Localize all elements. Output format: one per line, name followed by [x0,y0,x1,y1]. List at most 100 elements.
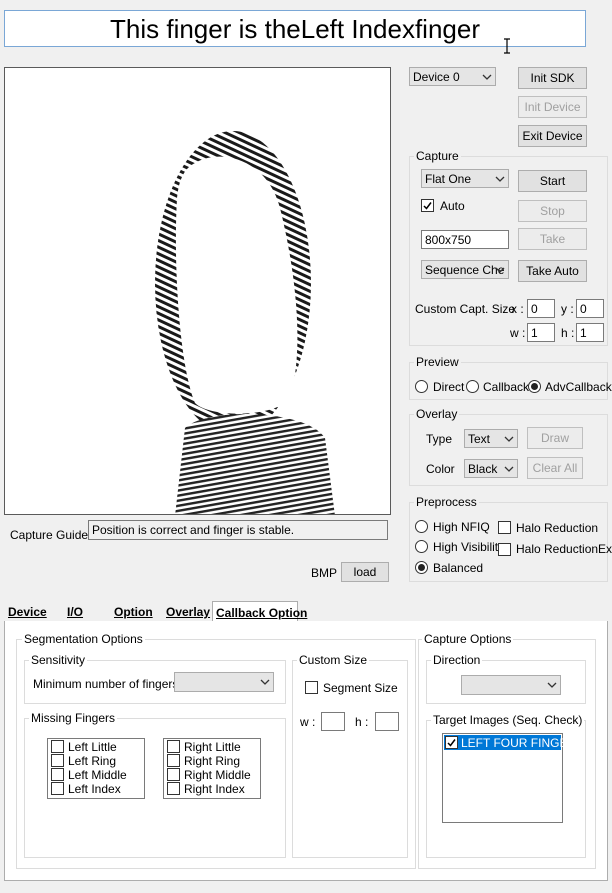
overlay-color-select[interactable]: Black [464,459,518,478]
x-value: 0 [531,301,538,316]
capture-guide-label: Capture Guide : [10,528,95,542]
custom-h-input[interactable] [375,712,399,731]
preview-group-label: Preview [414,355,461,369]
w-input[interactable]: 1 [527,323,555,342]
halo-reduction-checkbox[interactable] [498,521,511,534]
clear-all-button[interactable]: Clear All [527,457,583,479]
stop-button[interactable]: Stop [518,200,587,222]
left-ring-label: Left Ring [68,754,117,768]
target-item-row[interactable]: LEFT FOUR FINGER [444,735,576,750]
overlay-color-value: Black [468,461,498,476]
high-visibility-label: High Visibility [433,540,505,554]
device-select-value: Device 0 [413,69,460,84]
h-input[interactable]: 1 [576,323,604,342]
left-ring-checkbox[interactable] [51,754,64,767]
h-label: h : [561,326,575,340]
finger-title-text: This finger is theLeft Indexfinger [110,14,480,44]
chevron-down-icon [547,682,557,688]
segment-size-label: Segment Size [323,681,398,695]
balanced-label: Balanced [433,561,484,575]
checkmark-icon [447,739,456,747]
direction-select[interactable] [461,675,561,695]
high-nfiq-radio[interactable] [415,520,428,533]
init-device-button[interactable]: Init Device [518,96,587,118]
custom-h-label: h : [355,715,369,729]
left-little-label: Left Little [68,740,117,754]
load-button[interactable]: load [341,562,389,582]
right-index-checkbox[interactable] [167,782,180,795]
capture-mode-select[interactable]: Flat One [421,169,509,188]
left-index-label: Left Index [68,782,121,796]
chevron-down-icon [495,176,505,182]
resolution-field[interactable]: 800x750 [421,230,509,249]
fingerprint-image [4,67,391,515]
halo-reduction-label: Halo Reduction [516,521,599,535]
w-label: w : [510,326,526,340]
capture-mode-value: Flat One [425,171,472,186]
segment-size-checkbox[interactable] [305,681,318,694]
target-images-group-label: Target Images (Seq. Check) [431,713,585,727]
tab-io[interactable]: I/O [67,605,83,619]
x-input[interactable]: 0 [527,299,555,318]
custom-w-input[interactable] [321,712,345,731]
custom-capt-size-label: Custom Capt. Size [415,302,516,316]
min-fingers-select[interactable] [174,672,274,692]
target-item-checkbox[interactable] [445,736,458,749]
right-middle-label: Right Middle [184,768,251,782]
draw-button[interactable]: Draw [527,427,583,449]
take-auto-button[interactable]: Take Auto [518,260,587,282]
custom-size-group-label: Custom Size [297,653,370,667]
right-ring-label: Right Ring [184,754,241,768]
right-index-label: Right Index [184,782,245,796]
resolution-value: 800x750 [425,232,472,247]
halo-reduction-ex-checkbox[interactable] [498,543,511,556]
left-middle-checkbox[interactable] [51,768,64,781]
left-little-checkbox[interactable] [51,740,64,753]
chevron-down-icon [504,466,514,472]
bmp-label: BMP [311,566,338,580]
right-little-checkbox[interactable] [167,740,180,753]
sequence-select[interactable]: Sequence Che [421,260,509,279]
balanced-radio[interactable] [415,561,428,574]
capture-guide-message: Position is correct and finger is stable… [88,520,388,540]
init-sdk-button[interactable]: Init SDK [518,67,587,89]
tab-callback-option[interactable]: Callback Option [212,601,307,622]
checkmark-icon [423,202,432,210]
take-button[interactable]: Take [518,228,587,250]
preview-advcallback-radio[interactable] [528,380,541,393]
preview-callback-label: Callback [483,380,530,394]
auto-checkbox[interactable] [421,199,434,212]
left-middle-label: Left Middle [68,768,127,782]
chevron-down-icon [504,436,514,442]
overlay-type-select[interactable]: Text [464,429,518,448]
sensitivity-group-label: Sensitivity [29,653,88,667]
high-visibility-radio[interactable] [415,540,428,553]
overlay-type-label: Type [426,432,453,446]
chevron-down-icon [495,267,505,273]
preview-callback-radio[interactable] [466,380,479,393]
tab-overlay[interactable]: Overlay [166,605,210,619]
overlay-type-value: Text [468,431,491,446]
exit-device-button[interactable]: Exit Device [518,125,587,147]
right-ring-checkbox[interactable] [167,754,180,767]
preview-direct-radio[interactable] [415,380,428,393]
capture-options-group-label: Capture Options [422,632,514,646]
capture-group-label: Capture [414,149,461,163]
y-input[interactable]: 0 [576,299,604,318]
left-index-checkbox[interactable] [51,782,64,795]
preview-advcallback-label: AdvCallback [545,380,612,394]
min-fingers-label: Minimum number of fingers : [33,677,186,691]
tab-device[interactable]: Device [8,605,47,619]
custom-w-label: w : [300,715,316,729]
start-button[interactable]: Start [518,170,587,192]
preview-direct-label: Direct [433,380,465,394]
right-middle-checkbox[interactable] [167,768,180,781]
overlay-color-label: Color [426,462,455,476]
tab-option[interactable]: Option [114,605,153,619]
device-select[interactable]: Device 0 [409,67,496,86]
target-item-label: LEFT FOUR FINGER [461,735,577,750]
capture-guide-message-text: Position is correct and finger is stable… [92,523,295,537]
x-label: x : [511,302,524,316]
chevron-down-icon [482,74,492,80]
finger-title-box[interactable]: This finger is theLeft Indexfinger [4,10,586,47]
